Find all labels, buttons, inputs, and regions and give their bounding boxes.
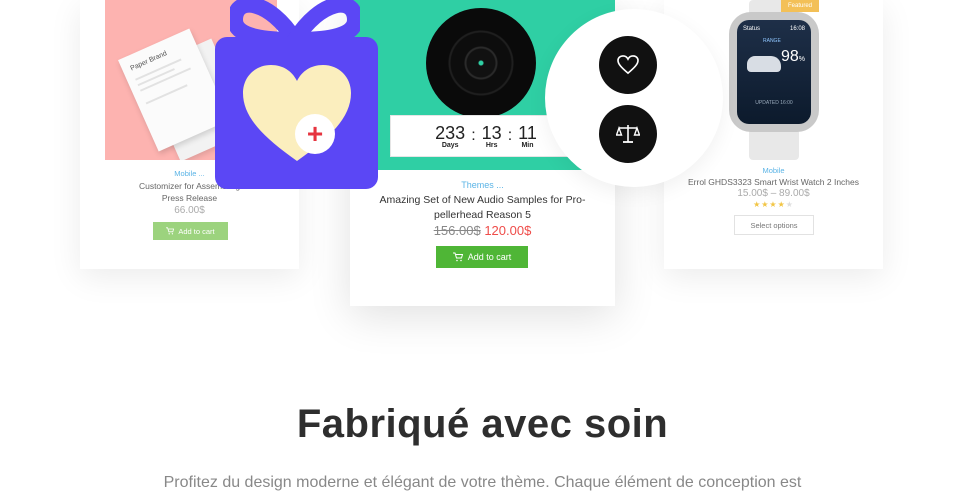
product-price: 156.00$ 120.00$: [350, 223, 615, 238]
add-to-cart-button[interactable]: Add to cart: [436, 246, 528, 268]
countdown-days: 233 Days: [435, 122, 466, 149]
product-title[interactable]: Amazing Set of New Audio Samples for Pro…: [350, 193, 615, 223]
scale-icon: [616, 125, 640, 143]
watch-updated-text: UPDATED 16:00: [755, 100, 793, 106]
select-options-button[interactable]: Select options: [734, 215, 814, 235]
product-image-watch[interactable]: Status 16:08 RANGE 98% UPDATED 16:00 Fea…: [719, 0, 829, 160]
quick-actions-panel: [545, 9, 723, 187]
add-to-cart-label: Add to cart: [467, 252, 512, 262]
wishlist-button[interactable]: [599, 36, 657, 94]
product-price: 66.00$: [174, 205, 205, 216]
watch-status-text: Status: [743, 26, 761, 32]
old-price: 156.00$: [433, 223, 481, 238]
heart-icon: [617, 55, 639, 75]
watch-time-text: 16:08: [789, 26, 805, 32]
gift-heart-icon[interactable]: +: [215, 37, 378, 189]
product-title-line2: pellerhead Reason 5: [434, 209, 531, 221]
add-to-cart-label: Add to cart: [178, 226, 215, 236]
rating-stars: ★★★★★: [753, 200, 794, 209]
featured-badge: Featured: [781, 0, 819, 12]
section-heading: Fabriqué avec soin: [296, 402, 669, 446]
watch-range-label: RANGE: [763, 38, 781, 44]
heart-shape-icon: [243, 65, 351, 161]
countdown-hours: 13 Hrs: [481, 122, 502, 149]
sale-price: 120.00$: [484, 223, 532, 238]
add-to-cart-button[interactable]: Add to cart: [153, 222, 228, 240]
product-title-line1: Amazing Set of New Audio Samples for Pro…: [379, 194, 586, 206]
cart-icon: [166, 227, 175, 235]
compare-button[interactable]: [599, 105, 657, 163]
car-icon: [747, 56, 781, 72]
product-title[interactable]: Errol GHDS3323 Smart Wrist Watch 2 Inche…: [664, 176, 883, 188]
countdown-minutes: 11 Min: [518, 122, 537, 149]
plus-icon: +: [295, 114, 335, 154]
section-paragraph: Profitez du design moderne et élégant de…: [163, 474, 802, 491]
vinyl-record-icon: [426, 8, 536, 118]
product-category[interactable]: Themes ...: [350, 180, 615, 190]
paper-brand-text: Paper Brand: [129, 50, 169, 73]
product-price: 15.00$ – 89.00$: [737, 188, 810, 199]
watch-screen: Status 16:08 RANGE 98% UPDATED 16:00: [737, 20, 811, 124]
product-category[interactable]: Mobile: [664, 166, 883, 175]
watch-percent: 98%: [781, 48, 806, 65]
product-title-line2: Press Release: [161, 193, 218, 203]
cart-icon: [452, 252, 463, 262]
